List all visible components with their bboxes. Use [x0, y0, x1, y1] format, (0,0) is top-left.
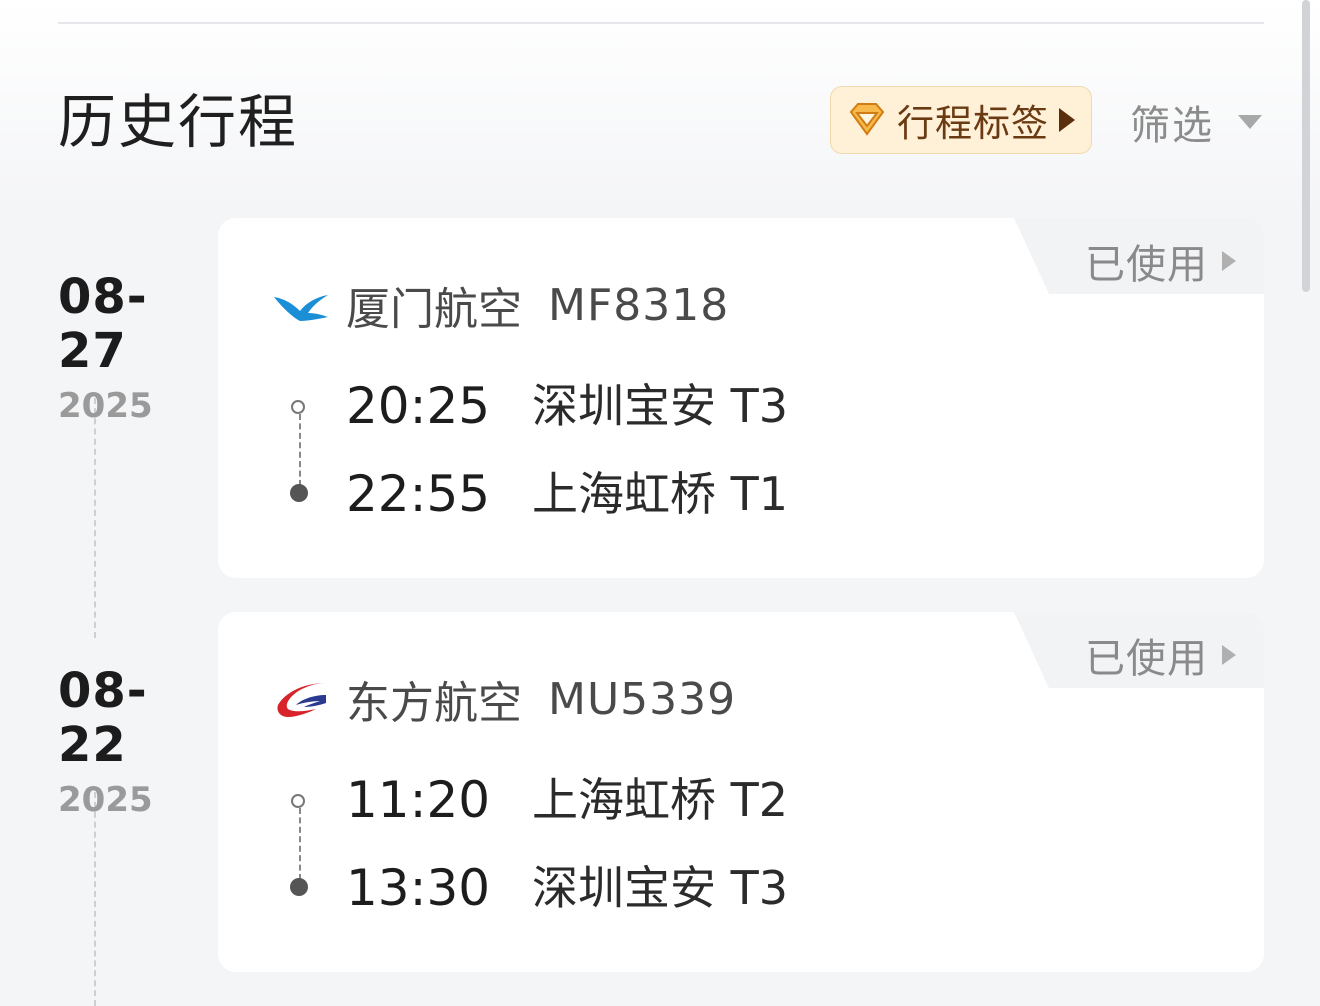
- trip-tag-button[interactable]: 行程标签: [830, 86, 1092, 154]
- trip-date-month-day: 08-22: [58, 663, 148, 773]
- airline-row: 厦门航空 MF8318: [272, 276, 730, 335]
- departure-airport: 上海虹桥 T2: [532, 773, 788, 827]
- arrival-airport: 深圳宝安 T3: [532, 861, 788, 915]
- arrival-airport: 上海虹桥 T1: [532, 467, 788, 521]
- trip-card[interactable]: 已使用 厦门航空 MF8318 20:25 深圳宝安 T3 22:55 上海虹桥…: [218, 218, 1264, 578]
- segment-connector: [299, 414, 301, 486]
- trip-tag-label: 行程标签: [897, 102, 1049, 145]
- status-link[interactable]: 已使用: [1085, 626, 1236, 684]
- arrival-dot-icon: [290, 484, 308, 502]
- departure-time: 20:25: [346, 377, 491, 435]
- status-label: 已使用: [1085, 636, 1208, 682]
- status-link[interactable]: 已使用: [1085, 232, 1236, 290]
- airline-name: 东方航空: [346, 678, 522, 729]
- segment-connector: [299, 808, 301, 880]
- diamond-icon: [849, 103, 885, 136]
- top-divider: [58, 22, 1264, 24]
- status-label: 已使用: [1085, 242, 1208, 288]
- arrival-dot-icon: [290, 878, 308, 896]
- filter-dropdown[interactable]: 筛选: [1130, 94, 1262, 150]
- trip-card[interactable]: 已使用 东方航空 MU5339 11:20 上海虹桥 T2 13:30 深圳宝安…: [218, 612, 1264, 972]
- chevron-right-icon: [1222, 251, 1236, 271]
- page-title: 历史行程: [58, 88, 299, 156]
- china-eastern-logo-icon: [277, 683, 326, 717]
- xiamen-airlines-logo-icon: [274, 295, 328, 321]
- caret-down-icon: [1238, 115, 1262, 129]
- trip-date-month-day: 08-27: [58, 269, 148, 379]
- trip-date: 08-22 2025: [58, 664, 208, 822]
- airline-name: 厦门航空: [346, 284, 522, 335]
- flight-number: MF8318: [548, 279, 730, 331]
- departure-dot-icon: [291, 794, 305, 808]
- play-arrow-icon: [1059, 108, 1075, 132]
- trip-date-year: 2025: [58, 386, 153, 426]
- arrival-time: 22:55: [346, 465, 491, 523]
- flight-number: MU5339: [548, 673, 737, 725]
- airline-row: 东方航空 MU5339: [272, 670, 737, 729]
- departure-time: 11:20: [346, 771, 491, 829]
- trip-date: 08-27 2025: [58, 270, 208, 428]
- departure-dot-icon: [291, 400, 305, 414]
- chevron-right-icon: [1222, 645, 1236, 665]
- timeline-connector: [94, 792, 96, 1006]
- scrollbar[interactable]: [1302, 0, 1310, 292]
- arrival-time: 13:30: [346, 859, 491, 917]
- trip-date-year: 2025: [58, 780, 153, 820]
- timeline-connector: [94, 398, 96, 638]
- filter-label: 筛选: [1130, 103, 1214, 149]
- departure-airport: 深圳宝安 T3: [532, 379, 788, 433]
